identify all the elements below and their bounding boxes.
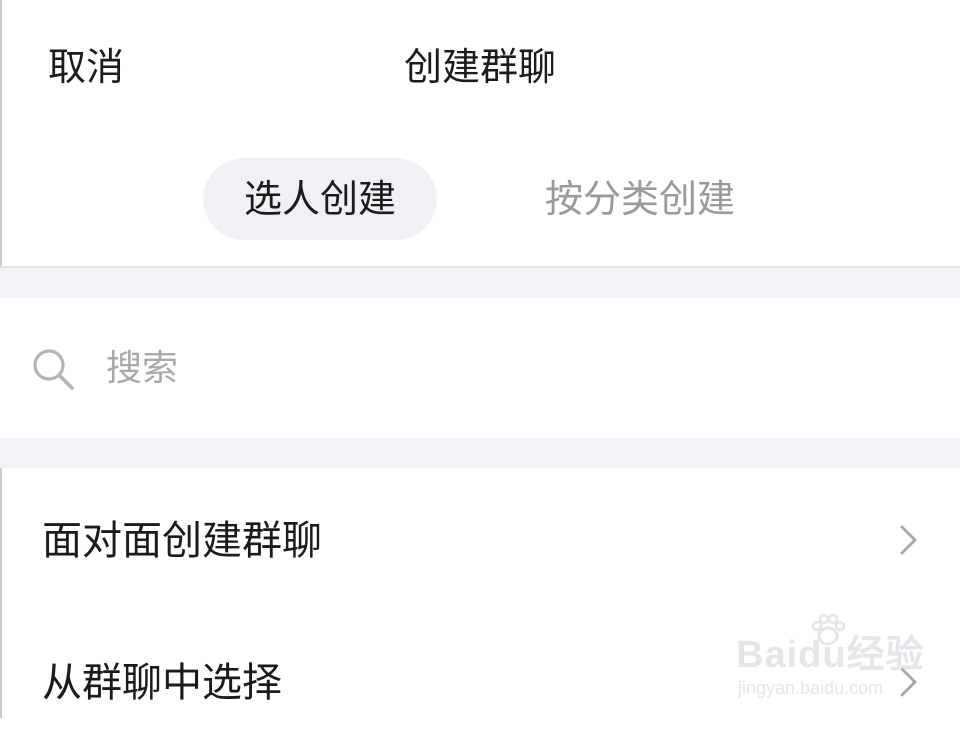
chevron-right-icon	[900, 525, 917, 555]
search-placeholder: 搜索	[106, 348, 179, 389]
tab-by-category[interactable]: 按分类创建	[520, 158, 760, 240]
header-bar: 取消 创建群聊	[0, 0, 960, 140]
watermark-brand: Baidu经验	[736, 634, 925, 676]
tab-select-people[interactable]: 选人创建	[203, 158, 437, 240]
list-item-label: 面对面创建群聊	[42, 518, 322, 564]
section-gap	[0, 268, 960, 298]
baidu-jingyan-watermark: Baidu经验 jingyan.baidu.com	[736, 612, 936, 712]
list-item-label: 从群聊中选择	[42, 660, 282, 706]
create-mode-tabs: 选人创建 按分类创建	[0, 158, 960, 240]
search-icon	[33, 349, 74, 390]
watermark-url: jingyan.baidu.com	[738, 678, 884, 698]
section-gap	[0, 438, 960, 468]
search-input[interactable]: 搜索	[0, 298, 960, 438]
list-item-face-to-face-group[interactable]: 面对面创建群聊	[0, 470, 960, 610]
page-title: 创建群聊	[403, 45, 556, 89]
